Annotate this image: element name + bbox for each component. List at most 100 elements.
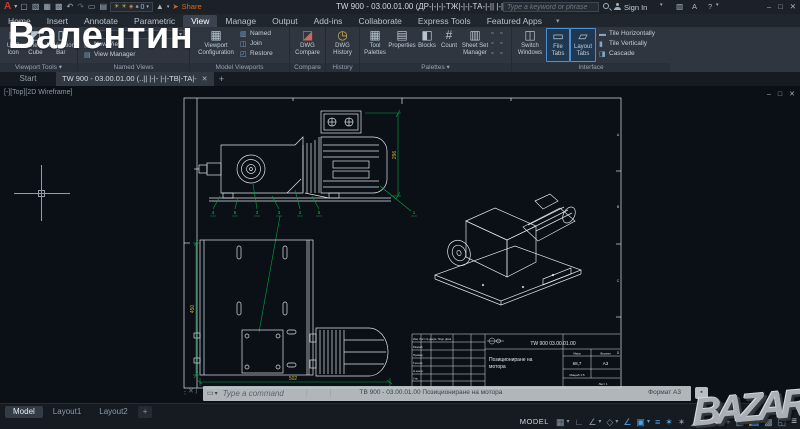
layout-tabs-button[interactable]: ▱ Layout Tabs xyxy=(570,28,596,62)
polar-dropdown-icon[interactable]: ▾ xyxy=(598,419,601,425)
document-tab[interactable]: TW 900 - 03.00.01.00 (..|| |-|- |-|-TB|-… xyxy=(56,72,214,86)
workspace-icon[interactable]: ▲ xyxy=(156,3,164,11)
document-tab-close-icon[interactable]: ✕ xyxy=(202,76,208,83)
start-tab[interactable]: Start xyxy=(0,72,56,86)
polar-tracking-icon[interactable]: ∠ xyxy=(588,417,596,427)
tab-express-tools[interactable]: Express Tools xyxy=(410,15,479,28)
signin-dropdown-icon[interactable]: ▾ xyxy=(660,3,663,8)
panel-label-compare[interactable]: Compare xyxy=(290,63,325,72)
layer-dropdown-icon[interactable]: ▾ xyxy=(146,4,149,10)
panel-label-history[interactable]: History xyxy=(326,63,359,72)
tile-horizontally-button[interactable]: ▬ Tile Horizontally xyxy=(599,30,655,39)
drawing-restore-button[interactable]: □ xyxy=(778,91,782,98)
annotation-visibility-icon[interactable]: ✶ xyxy=(665,417,673,427)
layer-dropdown[interactable]: ☀ ☀ ◈ ■ 0 ▾ xyxy=(110,2,153,12)
restore-button[interactable]: □ xyxy=(778,3,783,11)
drawing-canvas[interactable]: [-][Top][2D Wireframe] – □ ✕ A B C D 4 5… xyxy=(0,86,800,403)
object-snap-tracking-icon[interactable]: ∠ xyxy=(623,417,631,427)
autodesk-icon[interactable]: A xyxy=(692,3,697,11)
tool-palettes-button[interactable]: ▦ Tool Palettes xyxy=(362,28,388,62)
search-icon[interactable] xyxy=(603,3,609,9)
layout1-tab[interactable]: Layout1 xyxy=(45,406,89,418)
viewport-controls[interactable]: [-][Top][2D Wireframe] xyxy=(4,89,72,96)
palette-mini-icon[interactable]: ▫ xyxy=(500,30,508,39)
sheet-set-manager-button[interactable]: ▥ Sheet Set Manager xyxy=(460,28,490,62)
drawing-minimize-button[interactable]: – xyxy=(767,91,771,98)
tab-add-ins[interactable]: Add-ins xyxy=(306,15,351,28)
save-icon[interactable]: ▦ xyxy=(43,3,51,11)
recent-commands-icon[interactable]: ▭ xyxy=(207,390,214,397)
recent-commands-dropdown-icon[interactable]: ▾ xyxy=(215,391,218,397)
panel-interface: ◫ Switch Windows ▭ File Tabs ▱ Layout Ta… xyxy=(512,27,670,72)
commandline-customize-icon[interactable]: ⟩ xyxy=(195,388,198,395)
snap-dropdown-icon[interactable]: ▾ xyxy=(566,419,569,425)
palette-mini-icon[interactable]: ▫ xyxy=(491,50,499,59)
dwg-history-button[interactable]: ◷ DWG History xyxy=(328,28,357,62)
app-store-icon[interactable]: ▥ xyxy=(676,3,683,11)
palette-mini-icon[interactable]: ▫ xyxy=(491,40,499,49)
cascade-button[interactable]: ◨ Cascade xyxy=(599,50,655,59)
tab-output[interactable]: Output xyxy=(264,15,306,28)
panel-palettes: ▦ Tool Palettes ▤ Properties ◧ Blocks # … xyxy=(360,27,512,72)
properties-button[interactable]: ▤ Properties xyxy=(388,28,416,62)
command-prompt[interactable]: Type a command xyxy=(223,389,284,398)
close-button[interactable]: ✕ xyxy=(790,3,796,11)
autoscale-icon[interactable]: ✶ xyxy=(678,417,686,427)
app-menu-button[interactable]: A xyxy=(4,2,11,12)
panel-label-interface[interactable]: Interface xyxy=(512,63,670,72)
join-viewport-button[interactable]: ◫ Join xyxy=(240,40,273,49)
save-as-icon[interactable]: ▩ xyxy=(55,3,63,11)
tab-collaborate[interactable]: Collaborate xyxy=(350,15,409,28)
workspace-dropdown-icon[interactable]: ▾ xyxy=(167,4,170,10)
new-layout-button[interactable]: + xyxy=(137,406,153,418)
named-viewport-button[interactable]: ▥ Named xyxy=(240,30,273,39)
restore-viewport-button[interactable]: ◰ Restore xyxy=(240,50,273,59)
undo-icon[interactable]: ↶ xyxy=(67,3,74,11)
open-icon[interactable]: ▧ xyxy=(32,3,40,11)
palette-mini-icon[interactable]: ▫ xyxy=(500,40,508,49)
model-space-badge[interactable]: MODEL xyxy=(520,418,549,426)
grid-icon[interactable]: ▦ xyxy=(556,417,565,427)
panel-label-viewport-tools[interactable]: Viewport Tools ▾ xyxy=(0,63,77,72)
tab-manage[interactable]: Manage xyxy=(217,15,264,28)
object-snap-icon[interactable]: ▣ xyxy=(636,417,645,427)
panel-label-palettes[interactable]: Palettes ▾ xyxy=(360,63,511,72)
sign-in-button[interactable]: Sign In xyxy=(624,3,647,12)
palette-mini-icon[interactable]: ▫ xyxy=(491,30,499,39)
plot-icon[interactable]: ▭ xyxy=(88,3,96,11)
command-line[interactable]: ▭ ▾ Type a command | | ТВ 900 - 03.00.01… xyxy=(203,386,691,401)
model-tab[interactable]: Model xyxy=(5,406,43,418)
new-drawing-tab-button[interactable]: + xyxy=(214,72,230,86)
file-tabs-button[interactable]: ▭ File Tabs xyxy=(546,28,570,62)
count-button[interactable]: # Count xyxy=(438,28,460,62)
redo-icon[interactable]: ↷ xyxy=(77,3,84,11)
help-dropdown-icon[interactable]: ▾ xyxy=(716,3,719,8)
minimize-button[interactable]: – xyxy=(767,3,771,11)
isodraft-icon[interactable]: ◇ xyxy=(606,417,613,427)
drawing-close-button[interactable]: ✕ xyxy=(789,91,795,98)
ortho-icon[interactable]: ∟ xyxy=(575,417,584,427)
app-menu-dropdown-icon[interactable]: ▾ xyxy=(14,4,17,10)
viewport-configuration-button[interactable]: ▦ Viewport Configuration xyxy=(192,28,240,62)
panel-label-named-views[interactable]: Named Views xyxy=(78,63,189,72)
switch-windows-button[interactable]: ◫ Switch Windows xyxy=(514,28,546,62)
dwg-compare-button[interactable]: ◪ DWG Compare xyxy=(292,28,323,62)
tab-featured-apps[interactable]: Featured Apps xyxy=(479,15,550,28)
share-button[interactable]: Share xyxy=(182,3,202,11)
sheet-footer-format: Формат А3 xyxy=(648,389,681,397)
palette-mini-icon[interactable]: ▫ xyxy=(500,50,508,59)
layout-tab-bar: Model Layout1 Layout2 + xyxy=(5,406,153,418)
batch-plot-icon[interactable]: ▤ xyxy=(99,3,107,11)
tile-vertically-button[interactable]: ▮ Tile Vertically xyxy=(599,40,655,49)
panel-label-model-viewports[interactable]: Model Viewports xyxy=(190,63,289,72)
search-input[interactable] xyxy=(504,3,598,11)
object-snap-dropdown-icon[interactable]: ▾ xyxy=(647,419,650,425)
blocks-button[interactable]: ◧ Blocks xyxy=(416,28,438,62)
commandline-close-icon[interactable]: ✕ xyxy=(188,388,194,395)
ribbon-options-icon[interactable]: ▾ xyxy=(550,16,566,27)
help-icon[interactable]: ? xyxy=(708,3,712,11)
new-icon[interactable]: ▢ xyxy=(20,3,28,11)
lineweight-icon[interactable]: ≡ xyxy=(655,417,660,427)
layout2-tab[interactable]: Layout2 xyxy=(91,406,135,418)
isodraft-dropdown-icon[interactable]: ▾ xyxy=(615,419,618,425)
